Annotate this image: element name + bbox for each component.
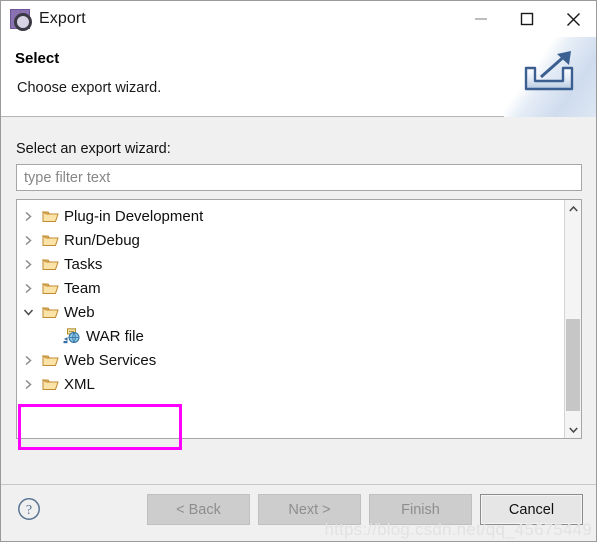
tree-item-label: Team [64,279,101,297]
chevron-right-icon[interactable] [17,235,39,246]
svg-text:?: ? [26,503,32,518]
tree-item-run-debug[interactable]: Run/Debug [17,228,564,252]
tree-item-label: Plug-in Development [64,207,204,225]
minimize-icon[interactable] [458,1,504,37]
filter-input[interactable] [16,164,582,191]
chevron-right-icon[interactable] [17,259,39,270]
folder-icon [39,257,61,271]
tree-item-label: XML [64,375,95,393]
tree-item-label: WAR file [86,327,144,345]
wizard-header: Select Choose export wizard. [1,37,596,117]
maximize-icon[interactable] [504,1,550,37]
folder-icon [39,281,61,295]
close-icon[interactable] [550,1,596,37]
chevron-down-icon[interactable] [565,421,581,438]
window-controls [458,1,596,37]
folder-icon [39,377,61,391]
wizard-tree-panel: Plug-in Development Run/Debug Tasks Team… [16,199,582,439]
chevron-right-icon[interactable] [17,355,39,366]
page-subtitle: Choose export wizard. [17,80,162,96]
chevron-right-icon[interactable] [17,211,39,222]
folder-icon [39,305,61,319]
export-wizard-gear-icon [10,9,32,31]
watermark-text: https://blog.csdn.net/qq_45675449 [324,520,592,539]
chevron-down-icon[interactable] [17,308,39,317]
wizard-body: Select an export wizard: Plug-in Develop… [1,117,596,484]
page-title: Select [15,50,60,67]
tree-vertical-scrollbar[interactable] [564,200,581,438]
tree-item-label: Web Services [64,351,157,369]
chevron-right-icon[interactable] [17,283,39,294]
title-bar: Export [1,1,596,37]
export-dialog-window: Export Select Choose export wizard. Sele… [0,0,597,542]
export-tray-arrow-icon [504,37,596,117]
select-wizard-label: Select an export wizard: [16,141,171,157]
tree-item-web-services[interactable]: Web Services [17,348,564,372]
tree-item-web[interactable]: Web [17,300,564,324]
window-title: Export [39,10,86,27]
tree-item-plug-in-development[interactable]: Plug-in Development [17,204,564,228]
tree-item-label: Web [64,303,95,321]
scrollbar-thumb[interactable] [566,319,580,411]
war-file-icon [61,328,83,344]
wizard-tree[interactable]: Plug-in Development Run/Debug Tasks Team… [17,200,564,438]
tree-item-label: Tasks [64,255,103,273]
tree-item-label: Run/Debug [64,231,140,249]
tree-item-team[interactable]: Team [17,276,564,300]
help-question-icon[interactable]: ? [17,497,41,521]
tree-item-war-file[interactable]: WAR file [17,324,564,348]
back-button[interactable]: < Back [147,494,250,525]
folder-icon [39,233,61,247]
tree-item-tasks[interactable]: Tasks [17,252,564,276]
chevron-up-icon[interactable] [565,200,581,217]
scrollbar-track[interactable] [565,217,581,421]
chevron-right-icon[interactable] [17,379,39,390]
tree-item-xml[interactable]: XML [17,372,564,396]
folder-icon [39,209,61,223]
folder-icon [39,353,61,367]
dialog-footer: ? < Back Next > Finish Cancel https://bl… [1,484,596,541]
